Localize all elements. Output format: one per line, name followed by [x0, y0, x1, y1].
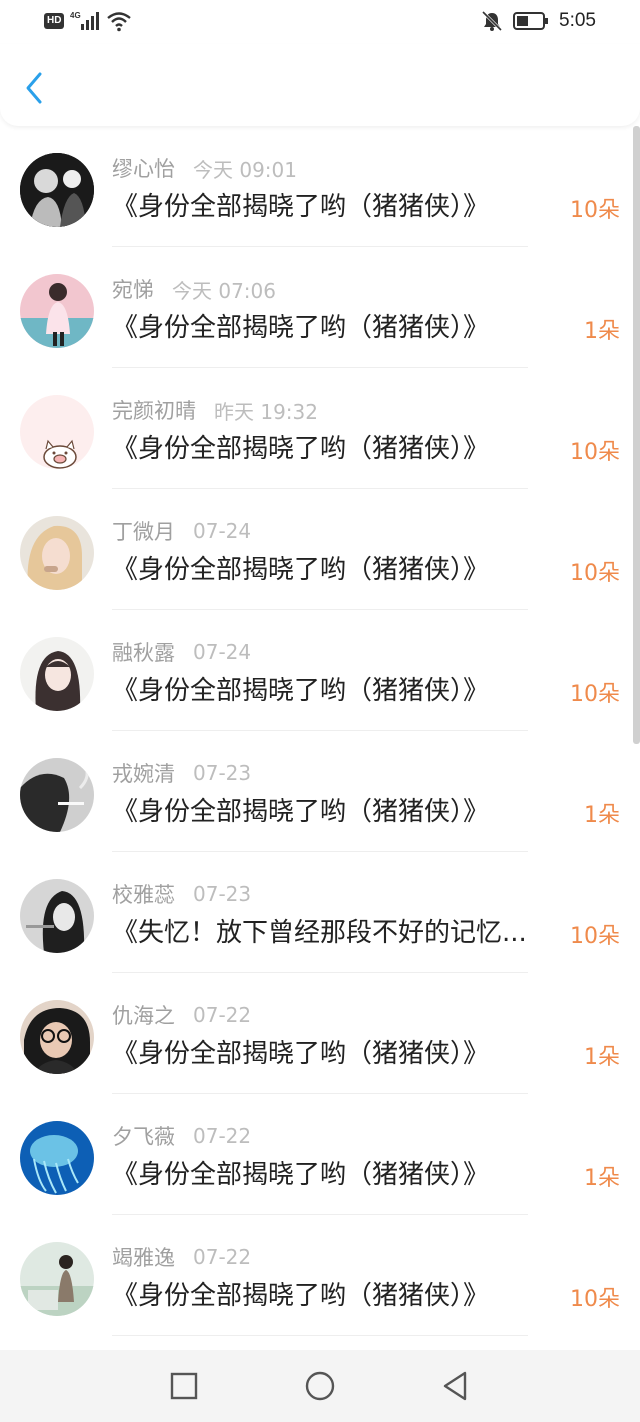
article-title[interactable]: 《身份全部揭晓了哟（猪猪侠）》	[112, 309, 552, 347]
item-time: 今天 09:01	[193, 157, 297, 182]
flower-count: 10朵	[570, 440, 620, 465]
chevron-left-icon	[26, 72, 42, 104]
user-name[interactable]: 宛悌	[112, 274, 154, 304]
status-left: HD 4G	[44, 10, 132, 32]
wifi-icon	[107, 12, 132, 32]
hd-badge: HD	[44, 13, 65, 29]
user-name[interactable]: 戎婉清	[112, 758, 175, 788]
triangle-back-icon[interactable]	[437, 1367, 475, 1405]
item-time: 07-24	[193, 519, 252, 543]
article-title[interactable]: 《身份全部揭晓了哟（猪猪侠）》	[112, 430, 552, 468]
name-line: 缪心怡 今天 09:01	[112, 154, 297, 182]
screen: HD 4G 5:05 缪心怡 今天 09:01 《身份全部揭晓了哟（猪猪侠）》 …	[0, 0, 640, 1422]
list-item[interactable]: 校雅蕊 07-23 《失忆！放下曾经那段不好的记忆... 10朵	[0, 852, 640, 973]
flower-count: 1朵	[584, 319, 620, 344]
avatar[interactable]	[20, 516, 94, 590]
user-name[interactable]: 竭雅逸	[112, 1242, 175, 1272]
name-line: 夕飞薇 07-22	[112, 1122, 251, 1150]
divider	[112, 1335, 528, 1336]
flower-count: 1朵	[584, 1045, 620, 1070]
list-item[interactable]: 竭雅逸 07-22 《身份全部揭晓了哟（猪猪侠）》 10朵	[0, 1215, 640, 1336]
mute-bell-icon	[481, 10, 503, 32]
item-time: 07-22	[193, 1245, 252, 1269]
flower-count: 10朵	[570, 561, 620, 586]
name-line: 丁微月 07-24	[112, 517, 251, 545]
user-name[interactable]: 完颜初晴	[112, 395, 196, 425]
article-title[interactable]: 《身份全部揭晓了哟（猪猪侠）》	[112, 1156, 552, 1194]
article-title[interactable]: 《身份全部揭晓了哟（猪猪侠）》	[112, 793, 552, 831]
list-item[interactable]: 夕飞薇 07-22 《身份全部揭晓了哟（猪猪侠）》 1朵	[0, 1094, 640, 1215]
status-bar: HD 4G 5:05	[0, 0, 640, 44]
flower-count: 10朵	[570, 1287, 620, 1312]
item-time: 07-24	[193, 640, 252, 664]
avatar[interactable]	[20, 637, 94, 711]
list-item[interactable]: 仇海之 07-22 《身份全部揭晓了哟（猪猪侠）》 1朵	[0, 973, 640, 1094]
flower-count: 1朵	[584, 803, 620, 828]
name-line: 竭雅逸 07-22	[112, 1243, 251, 1271]
name-line: 仇海之 07-22	[112, 1001, 251, 1029]
header	[0, 44, 640, 126]
article-title[interactable]: 《身份全部揭晓了哟（猪猪侠）》	[112, 1277, 552, 1315]
back-button[interactable]	[18, 68, 52, 108]
avatar[interactable]	[20, 274, 94, 348]
avatar[interactable]	[20, 153, 94, 227]
name-line: 完颜初晴 昨天 19:32	[112, 396, 318, 424]
flower-count: 10朵	[570, 198, 620, 223]
item-time: 昨天 19:32	[214, 399, 318, 424]
name-line: 宛悌 今天 07:06	[112, 275, 276, 303]
list-item[interactable]: 融秋露 07-24 《身份全部揭晓了哟（猪猪侠）》 10朵	[0, 610, 640, 731]
list-item[interactable]: 宛悌 今天 07:06 《身份全部揭晓了哟（猪猪侠）》 1朵	[0, 247, 640, 368]
battery-icon	[513, 12, 549, 30]
item-time: 今天 07:06	[172, 278, 276, 303]
name-line: 融秋露 07-24	[112, 638, 251, 666]
avatar[interactable]	[20, 879, 94, 953]
list-item[interactable]: 完颜初晴 昨天 19:32 《身份全部揭晓了哟（猪猪侠）》 10朵	[0, 368, 640, 489]
item-time: 07-22	[193, 1124, 252, 1148]
user-name[interactable]: 仇海之	[112, 1000, 175, 1030]
article-title[interactable]: 《身份全部揭晓了哟（猪猪侠）》	[112, 1035, 552, 1073]
user-name[interactable]: 缪心怡	[112, 153, 175, 183]
flower-count: 10朵	[570, 682, 620, 707]
article-title[interactable]: 《身份全部揭晓了哟（猪猪侠）》	[112, 672, 552, 710]
list-item[interactable]: 丁微月 07-24 《身份全部揭晓了哟（猪猪侠）》 10朵	[0, 489, 640, 610]
user-name[interactable]: 融秋露	[112, 637, 175, 667]
avatar[interactable]	[20, 395, 94, 469]
avatar[interactable]	[20, 1242, 94, 1316]
item-time: 07-23	[193, 761, 252, 785]
item-time: 07-23	[193, 882, 252, 906]
avatar[interactable]	[20, 1121, 94, 1195]
article-title[interactable]: 《失忆！放下曾经那段不好的记忆...	[112, 914, 552, 952]
article-title[interactable]: 《身份全部揭晓了哟（猪猪侠）》	[112, 551, 552, 589]
avatar[interactable]	[20, 758, 94, 832]
list-item[interactable]: 戎婉清 07-23 《身份全部揭晓了哟（猪猪侠）》 1朵	[0, 731, 640, 852]
flower-count: 10朵	[570, 924, 620, 949]
name-line: 戎婉清 07-23	[112, 759, 251, 787]
status-time: 5:05	[559, 10, 596, 31]
list-scrollbar[interactable]	[633, 126, 640, 744]
square-recent-icon[interactable]	[165, 1367, 203, 1405]
circle-home-icon[interactable]	[301, 1367, 339, 1405]
gift-record-list[interactable]: 缪心怡 今天 09:01 《身份全部揭晓了哟（猪猪侠）》 10朵 宛悌 今天 0…	[0, 126, 640, 1350]
item-time: 07-22	[193, 1003, 252, 1027]
user-name[interactable]: 校雅蕊	[112, 879, 175, 909]
avatar[interactable]	[20, 1000, 94, 1074]
user-name[interactable]: 丁微月	[112, 516, 175, 546]
system-nav-bar	[0, 1350, 640, 1422]
flower-count: 1朵	[584, 1166, 620, 1191]
network-type-label: 4G	[70, 11, 81, 20]
article-title[interactable]: 《身份全部揭晓了哟（猪猪侠）》	[112, 188, 552, 226]
name-line: 校雅蕊 07-23	[112, 880, 251, 908]
user-name[interactable]: 夕飞薇	[112, 1121, 175, 1151]
list-item[interactable]: 缪心怡 今天 09:01 《身份全部揭晓了哟（猪猪侠）》 10朵	[0, 126, 640, 247]
signal-icon: 4G	[70, 11, 100, 30]
status-right: 5:05	[481, 10, 596, 32]
